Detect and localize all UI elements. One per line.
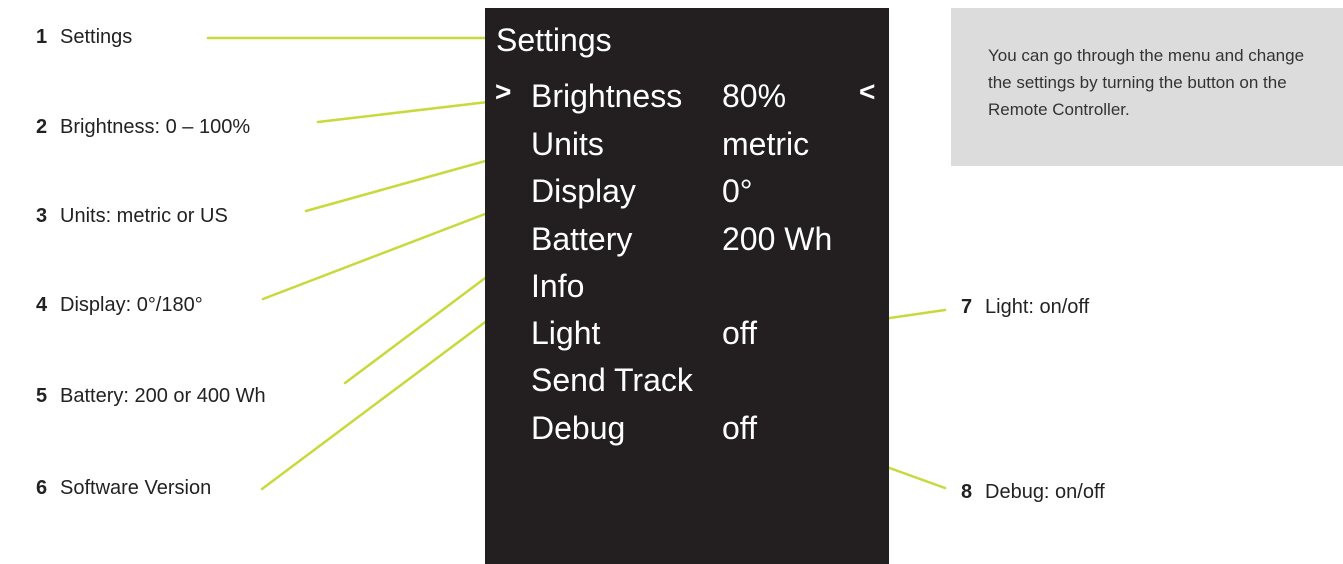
callout-text: Units: metric or US (60, 205, 228, 227)
callout-display: 4 Display: 0°/180° (36, 295, 203, 315)
callout-text: Software Version (60, 477, 212, 499)
menu-item-label: Light (531, 315, 601, 351)
menu-item-label: Send Track (531, 362, 693, 398)
callout-number: 8 (961, 481, 973, 503)
callout-number: 7 (961, 296, 973, 318)
menu-item-units[interactable]: Units metric (485, 128, 889, 168)
callout-battery: 5 Battery: 200 or 400 Wh (36, 386, 266, 406)
menu-item-send-track[interactable]: Send Track (485, 364, 889, 404)
menu-item-label: Units (531, 126, 604, 162)
menu-item-value: 0° (722, 173, 753, 209)
device-screen: Settings > Brightness 80% < Units metric… (485, 8, 889, 564)
callout-number: 6 (36, 477, 48, 499)
menu-item-brightness[interactable]: > Brightness 80% < (485, 76, 889, 120)
selection-cursor-right: < (859, 76, 876, 107)
callout-units: 3 Units: metric or US (36, 206, 228, 226)
callout-settings: 1 Settings (36, 27, 132, 47)
menu-item-value: off (722, 315, 757, 351)
menu-item-value: 80% (722, 78, 787, 114)
selection-cursor-left: > (495, 76, 512, 107)
callout-text: Brightness: 0 – 100% (60, 116, 251, 138)
menu-item-display[interactable]: Display 0° (485, 175, 889, 215)
callout-text: Battery: 200 or 400 Wh (60, 385, 266, 407)
menu-item-label: Info (531, 268, 585, 304)
callout-number: 3 (36, 205, 48, 227)
menu-item-value: off (722, 410, 757, 446)
info-note: You can go through the menu and change t… (951, 8, 1343, 166)
menu-item-label: Battery (531, 221, 633, 257)
menu-item-label: Display (531, 173, 636, 209)
callout-number: 2 (36, 116, 48, 138)
menu-item-light[interactable]: Light off (485, 317, 889, 357)
menu-item-battery[interactable]: Battery 200 Wh (485, 223, 889, 263)
callout-brightness: 2 Brightness: 0 – 100% (36, 117, 250, 137)
callout-number: 1 (36, 26, 48, 48)
menu-item-debug[interactable]: Debug off (485, 412, 889, 452)
callout-text: Display: 0°/180° (60, 294, 203, 316)
callout-software-version: 6 Software Version (36, 478, 211, 498)
callout-number: 5 (36, 385, 48, 407)
screen-title: Settings (496, 22, 612, 58)
info-note-text: You can go through the menu and change t… (988, 46, 1305, 119)
callout-text: Debug: on/off (985, 481, 1105, 503)
menu-item-info[interactable]: Info (485, 270, 889, 310)
callout-text: Light: on/off (985, 296, 1090, 318)
menu-item-label: Brightness (531, 78, 683, 114)
callout-debug: 8 Debug: on/off (961, 482, 1105, 502)
menu-item-value: metric (722, 126, 810, 162)
callout-number: 4 (36, 294, 48, 316)
menu-item-label: Debug (531, 410, 626, 446)
callout-text: Settings (60, 26, 133, 48)
menu-item-value: 200 Wh (722, 221, 833, 257)
callout-light: 7 Light: on/off (961, 297, 1089, 317)
